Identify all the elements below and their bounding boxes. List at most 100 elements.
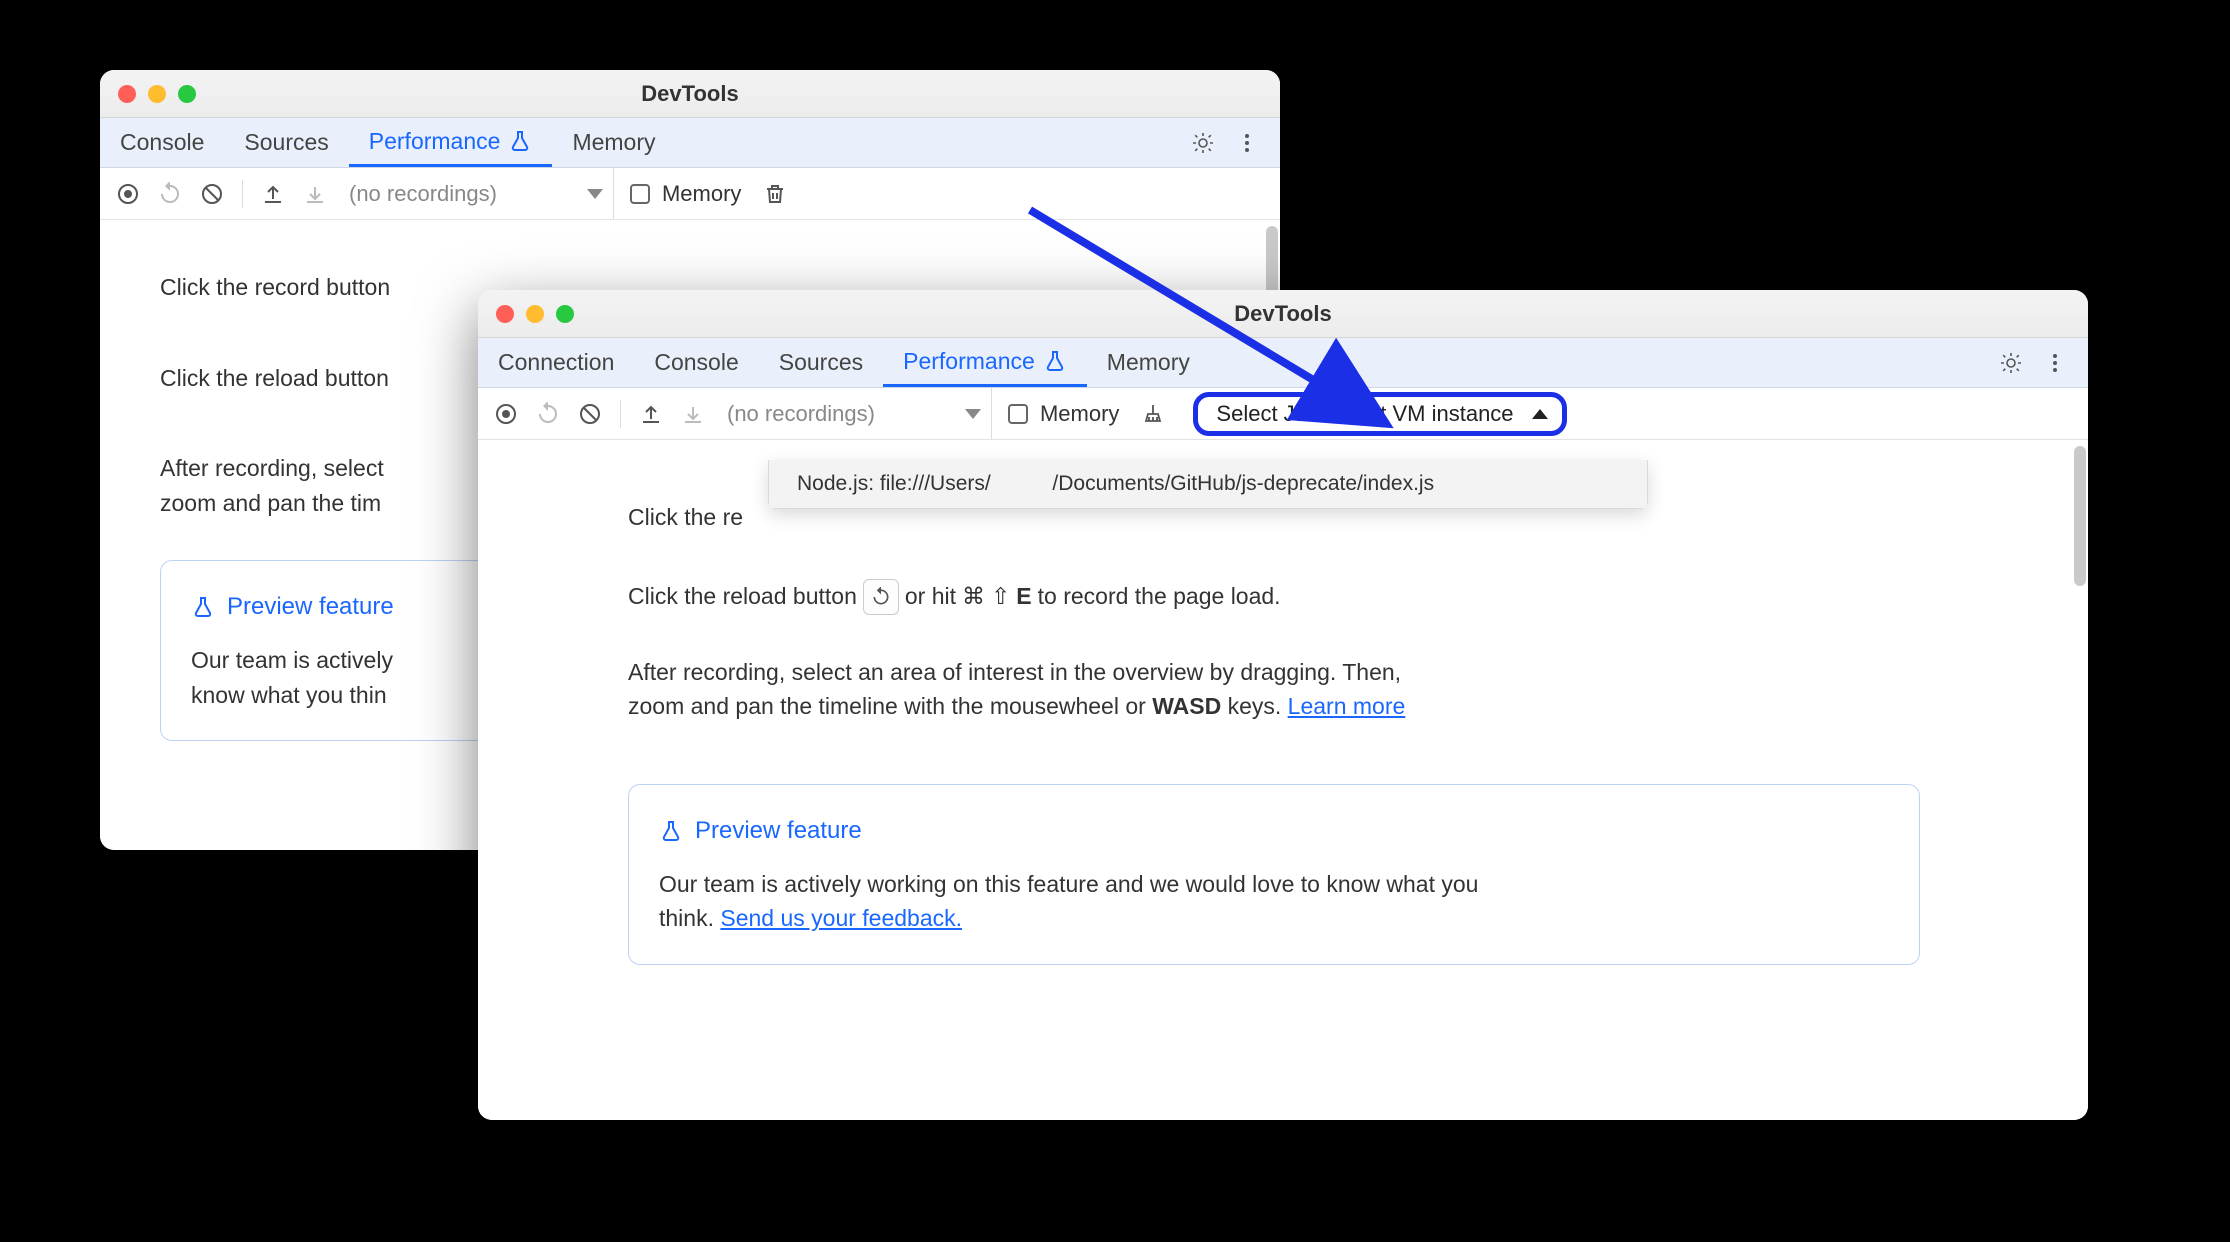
download-button[interactable] <box>675 396 711 432</box>
titlebar: DevTools <box>478 290 2088 338</box>
separator <box>242 180 243 208</box>
tab-console[interactable]: Console <box>100 118 224 167</box>
recordings-placeholder: (no recordings) <box>349 181 497 207</box>
more-button[interactable] <box>2036 344 2074 382</box>
tab-performance-label: Performance <box>369 128 501 155</box>
window-title: DevTools <box>478 301 2088 327</box>
record-button[interactable] <box>488 396 524 432</box>
gear-icon <box>1999 351 2023 375</box>
minimize-icon[interactable] <box>526 305 544 323</box>
vm-instance-select[interactable]: Select JavaScript VM instance <box>1193 392 1566 436</box>
instruction-reload: Click the reload button or hit ⌘ ⇧ E to … <box>628 579 1920 615</box>
preview-title: Preview feature <box>695 813 862 849</box>
close-icon[interactable] <box>118 85 136 103</box>
more-button[interactable] <box>1228 124 1266 162</box>
feedback-link[interactable]: Send us your feedback. <box>720 905 962 931</box>
scrollbar[interactable] <box>2074 446 2086 586</box>
reload-button[interactable] <box>530 396 566 432</box>
tab-memory[interactable]: Memory <box>552 118 675 167</box>
minimize-icon[interactable] <box>148 85 166 103</box>
memory-checkbox[interactable] <box>630 184 650 204</box>
separator <box>620 400 621 428</box>
stop-icon <box>578 402 602 426</box>
flask-icon <box>1043 349 1067 373</box>
reload-key-icon <box>863 579 899 615</box>
close-icon[interactable] <box>496 305 514 323</box>
preview-body: Our team is actively working on this fea… <box>659 867 1499 936</box>
upload-button[interactable] <box>633 396 669 432</box>
instruction-after-line2: zoom and pan the timeline with the mouse… <box>628 689 1920 724</box>
record-icon <box>494 402 518 426</box>
download-icon <box>303 182 327 206</box>
trash-icon <box>763 182 787 206</box>
performance-body: Node.js: file:///Users/ /Documents/GitHu… <box>478 440 2088 1120</box>
tab-memory[interactable]: Memory <box>1087 338 1210 387</box>
preview-feature-card: Preview feature Our team is actively wor… <box>628 784 1920 965</box>
chevron-down-icon <box>965 409 981 419</box>
tab-performance[interactable]: Performance <box>883 338 1087 387</box>
tab-bar: Console Sources Performance Memory <box>100 118 1280 168</box>
flask-icon <box>508 129 532 153</box>
download-button[interactable] <box>297 176 333 212</box>
instruction-reload-or: or hit <box>905 579 956 614</box>
learn-more-link[interactable]: Learn more <box>1288 693 1406 719</box>
recordings-select[interactable]: (no recordings) <box>339 168 614 219</box>
tab-console[interactable]: Console <box>634 338 758 387</box>
memory-label: Memory <box>662 181 741 207</box>
instruction-reload-prefix: Click the reload button <box>628 579 857 614</box>
performance-toolbar: (no recordings) Memory Select JavaScript… <box>478 388 2088 440</box>
recordings-select[interactable]: (no recordings) <box>717 388 992 439</box>
memory-checkbox[interactable] <box>1008 404 1028 424</box>
chevron-up-icon <box>1532 409 1548 419</box>
traffic-lights <box>496 305 574 323</box>
after-line2-b: keys. <box>1221 693 1287 719</box>
reload-icon <box>158 182 182 206</box>
gear-icon <box>1191 131 1215 155</box>
after-wasd: WASD <box>1152 693 1221 719</box>
key-shift: ⇧ <box>991 579 1010 614</box>
after-line2-a: zoom and pan the timeline with the mouse… <box>628 693 1152 719</box>
more-vertical-icon <box>1235 131 1259 155</box>
maximize-icon[interactable] <box>556 305 574 323</box>
recordings-placeholder: (no recordings) <box>727 401 875 427</box>
instruction-reload-suffix: to record the page load. <box>1038 579 1281 614</box>
download-icon <box>681 402 705 426</box>
flask-icon <box>659 819 683 843</box>
vm-select-label: Select JavaScript VM instance <box>1216 401 1513 427</box>
broom-icon <box>1141 402 1165 426</box>
stop-icon <box>200 182 224 206</box>
flask-icon <box>191 595 215 619</box>
reload-icon <box>871 587 891 607</box>
tab-performance[interactable]: Performance <box>349 118 553 167</box>
memory-label: Memory <box>1040 401 1119 427</box>
settings-button[interactable] <box>1184 124 1222 162</box>
clear-button[interactable] <box>194 176 230 212</box>
clear-button[interactable] <box>572 396 608 432</box>
preview-title: Preview feature <box>227 589 394 625</box>
collect-garbage-button[interactable] <box>1135 396 1171 432</box>
instruction-record-text: Click the re <box>628 500 743 535</box>
record-icon <box>116 182 140 206</box>
tab-performance-label: Performance <box>903 348 1035 375</box>
upload-icon <box>639 402 663 426</box>
reload-button[interactable] <box>152 176 188 212</box>
devtools-window-front: DevTools Connection Console Sources Perf… <box>478 290 2088 1120</box>
upload-icon <box>261 182 285 206</box>
reload-icon <box>536 402 560 426</box>
settings-button[interactable] <box>1992 344 2030 382</box>
instruction-after-line1: After recording, select an area of inter… <box>628 655 1920 690</box>
trash-button[interactable] <box>757 176 793 212</box>
performance-toolbar: (no recordings) Memory <box>100 168 1280 220</box>
tab-connection[interactable]: Connection <box>478 338 634 387</box>
tab-sources[interactable]: Sources <box>224 118 348 167</box>
key-e: E <box>1016 579 1031 614</box>
chevron-down-icon <box>587 189 603 199</box>
tab-sources[interactable]: Sources <box>759 338 883 387</box>
titlebar: DevTools <box>100 70 1280 118</box>
upload-button[interactable] <box>255 176 291 212</box>
maximize-icon[interactable] <box>178 85 196 103</box>
record-button[interactable] <box>110 176 146 212</box>
more-vertical-icon <box>2043 351 2067 375</box>
instruction-record: Click the re <box>628 500 1920 535</box>
window-title: DevTools <box>100 81 1280 107</box>
